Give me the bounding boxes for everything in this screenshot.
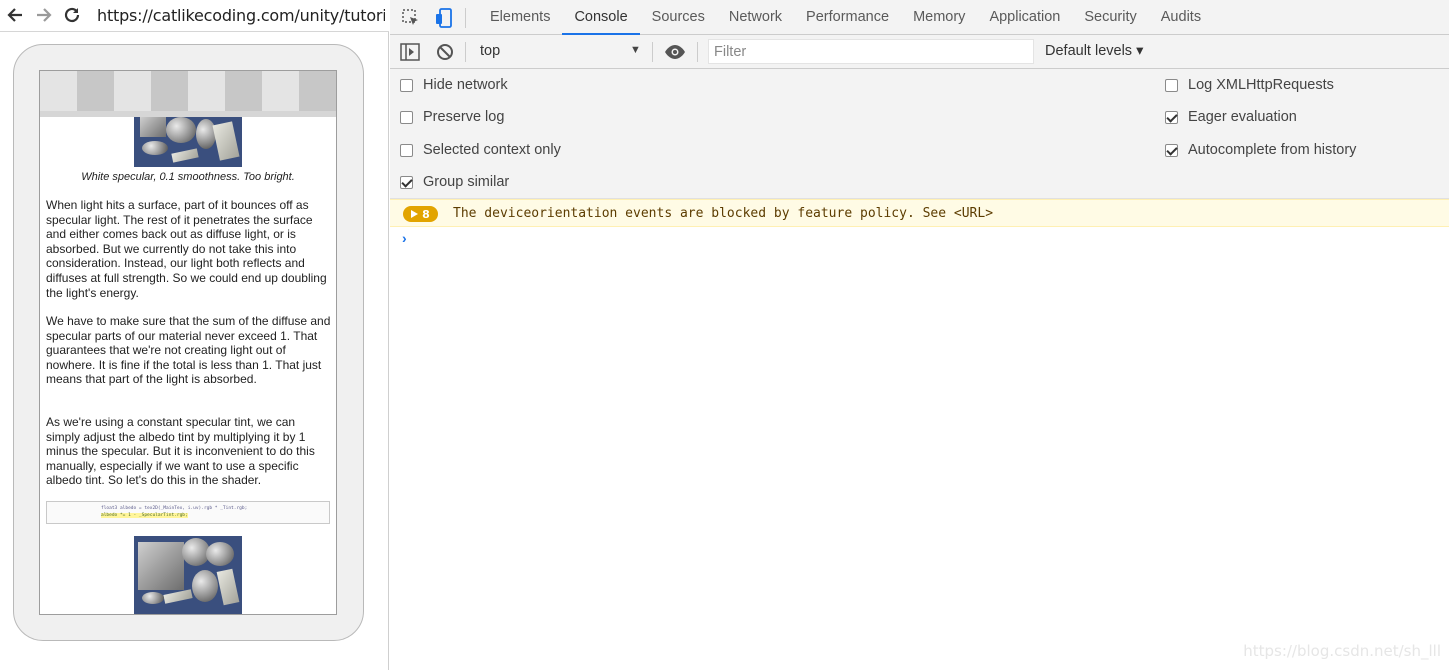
filter-input[interactable] bbox=[708, 39, 1034, 64]
console-settings: Hide network Preserve log Selected conte… bbox=[390, 69, 1449, 199]
group-similar-option[interactable]: Group similar bbox=[400, 172, 509, 192]
back-arrow-icon[interactable] bbox=[4, 4, 26, 26]
tab-elements[interactable]: Elements bbox=[478, 0, 562, 35]
console-toolbar: top ▼ Default levels ▾ bbox=[390, 35, 1449, 69]
devtools-tab-bar: Elements Console Sources Network Perform… bbox=[390, 0, 1449, 35]
tab-application[interactable]: Application bbox=[977, 0, 1072, 35]
selected-context-checkbox[interactable] bbox=[400, 143, 413, 157]
preserve-log-checkbox[interactable] bbox=[400, 110, 413, 124]
address-bar[interactable]: https://catlikecoding.com/unity/tutorial… bbox=[97, 6, 385, 25]
forward-arrow-icon[interactable] bbox=[33, 4, 55, 26]
code-line: float3 albedo = tex2D(_MainTex, i.uv).rg… bbox=[101, 506, 248, 511]
autocomplete-history-checkbox[interactable] bbox=[1165, 143, 1178, 157]
tab-performance[interactable]: Performance bbox=[794, 0, 901, 35]
eager-evaluation-option[interactable]: Eager evaluation bbox=[1165, 107, 1297, 127]
console-warning-row[interactable]: 8 The deviceorientation events are block… bbox=[390, 199, 1449, 227]
browser-nav-bar: https://catlikecoding.com/unity/tutorial… bbox=[0, 0, 389, 32]
specular-render-image bbox=[134, 117, 242, 167]
tab-sources[interactable]: Sources bbox=[640, 0, 717, 35]
code-block: float3 albedo = tex2D(_MainTex, i.uv).rg… bbox=[46, 501, 330, 524]
tab-memory[interactable]: Memory bbox=[901, 0, 977, 35]
tab-console[interactable]: Console bbox=[562, 0, 640, 35]
clear-console-icon[interactable] bbox=[434, 41, 456, 63]
autocomplete-history-option[interactable]: Autocomplete from history bbox=[1165, 140, 1356, 160]
reload-icon[interactable] bbox=[61, 4, 83, 26]
group-similar-checkbox[interactable] bbox=[400, 175, 413, 189]
paragraph: When light hits a surface, part of it bo… bbox=[46, 198, 327, 300]
paragraph: As we're using a constant specular tint,… bbox=[46, 415, 315, 488]
warning-count-badge[interactable]: 8 bbox=[403, 206, 438, 222]
log-levels-dropdown[interactable]: Default levels ▾ bbox=[1045, 43, 1143, 59]
console-prompt[interactable]: › bbox=[402, 230, 407, 246]
paragraph: We have to make sure that the sum of the… bbox=[46, 314, 331, 387]
devtools-panel: Elements Console Sources Network Perform… bbox=[390, 0, 1449, 670]
hide-network-option[interactable]: Hide network bbox=[400, 75, 508, 95]
image-caption: White specular, 0.1 smoothness. Too brig… bbox=[81, 171, 295, 183]
inspect-element-icon[interactable] bbox=[400, 7, 422, 29]
context-selector[interactable]: top bbox=[480, 43, 500, 59]
browser-pane: https://catlikecoding.com/unity/tutorial… bbox=[0, 0, 389, 670]
live-expression-eye-icon[interactable] bbox=[664, 41, 686, 63]
hide-network-checkbox[interactable] bbox=[400, 78, 413, 92]
log-xhr-checkbox[interactable] bbox=[1165, 78, 1178, 92]
selected-context-option[interactable]: Selected context only bbox=[400, 140, 561, 160]
warning-message: The deviceorientation events are blocked… bbox=[453, 206, 994, 221]
watermark: https://blog.csdn.net/sh_lll bbox=[1243, 642, 1441, 660]
preserve-log-option[interactable]: Preserve log bbox=[400, 107, 504, 127]
tab-audits[interactable]: Audits bbox=[1149, 0, 1213, 35]
tab-network[interactable]: Network bbox=[717, 0, 794, 35]
device-toolbar-icon[interactable] bbox=[433, 7, 455, 29]
eager-evaluation-checkbox[interactable] bbox=[1165, 110, 1178, 124]
log-xhr-option[interactable]: Log XMLHttpRequests bbox=[1165, 75, 1334, 95]
devtools-tabs: Elements Console Sources Network Perform… bbox=[478, 0, 1213, 35]
code-line-highlighted: albedo *= 1 - _SpecularTint.rgb; bbox=[101, 513, 188, 518]
corrected-render-image bbox=[134, 536, 242, 614]
sidebar-toggle-icon[interactable] bbox=[399, 41, 421, 63]
tab-security[interactable]: Security bbox=[1072, 0, 1148, 35]
device-screen[interactable]: White specular, 0.1 smoothness. Too brig… bbox=[39, 70, 337, 615]
context-dropdown-icon[interactable]: ▼ bbox=[630, 44, 641, 56]
